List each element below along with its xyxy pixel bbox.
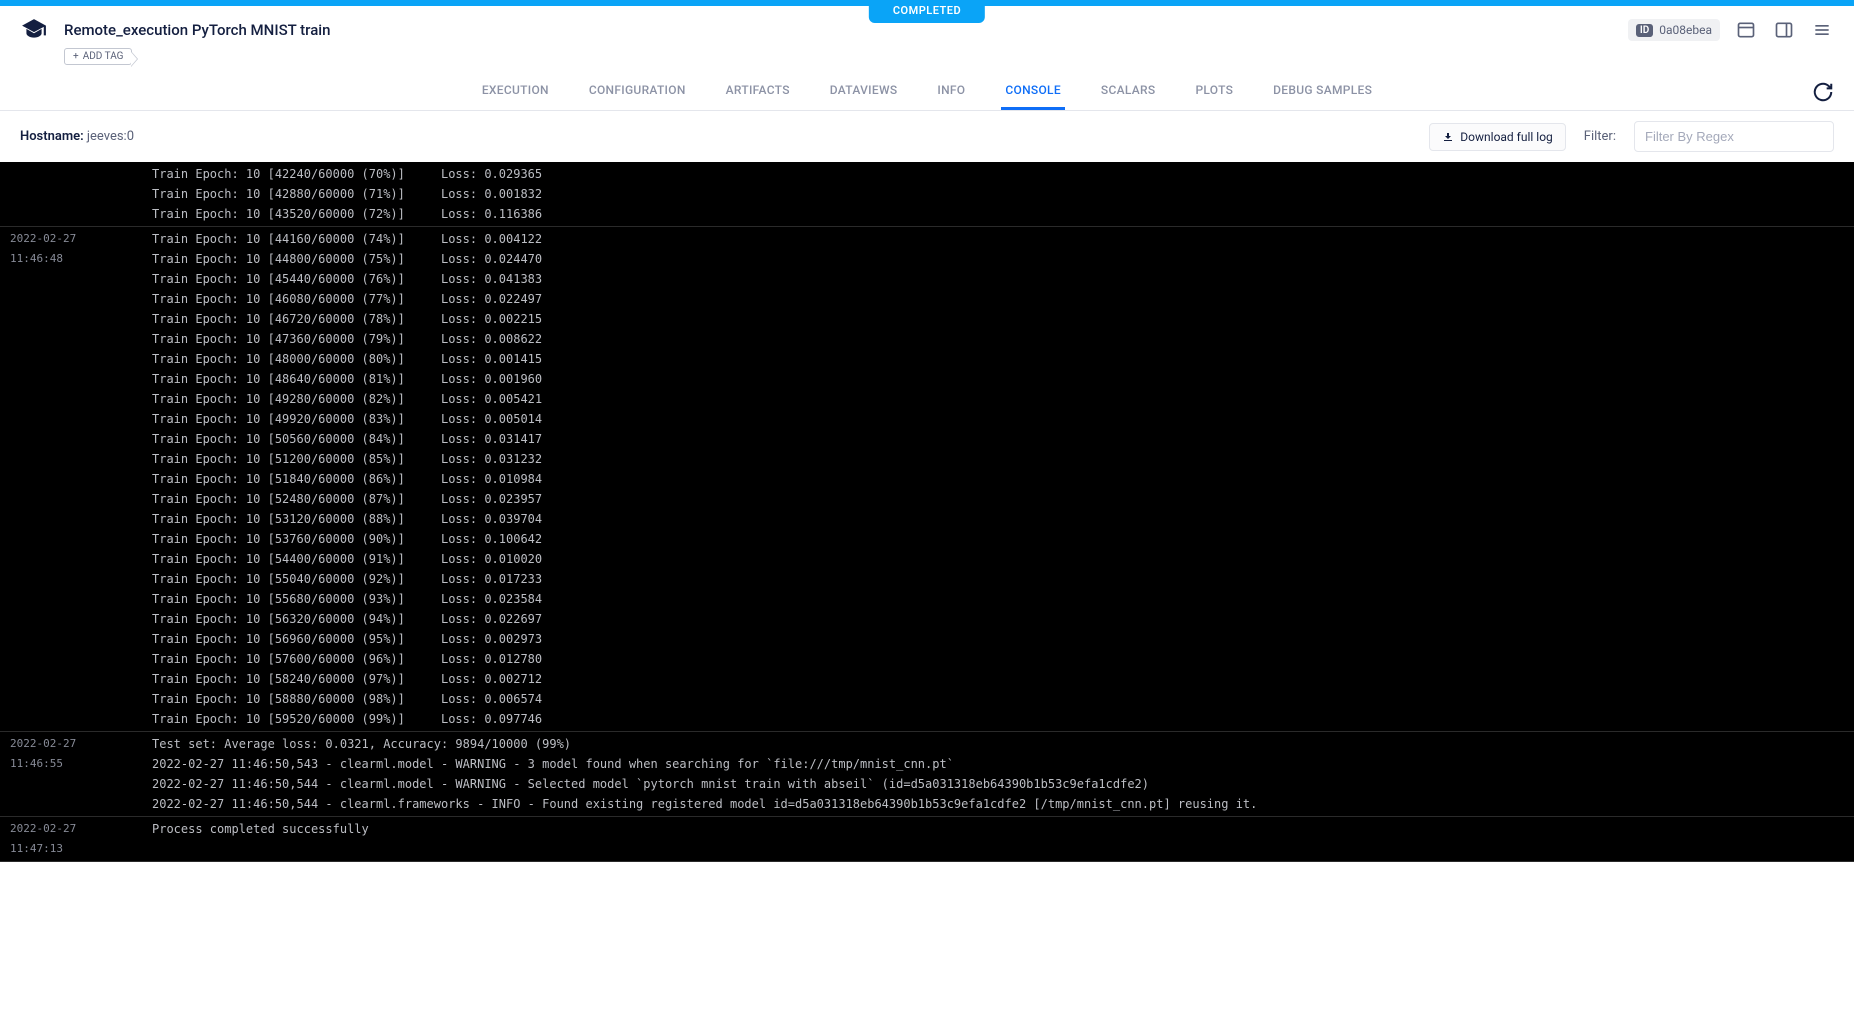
log-timestamp: 2022-02-27 11:46:48 xyxy=(0,227,134,731)
id-value: 0a08ebea xyxy=(1659,23,1712,37)
log-timestamp xyxy=(0,162,134,226)
tag-row: + ADD TAG xyxy=(0,44,1854,73)
hostname-label: Hostname: xyxy=(20,129,84,144)
add-tag-button[interactable]: + ADD TAG xyxy=(64,48,132,65)
tab-debug-samples[interactable]: DEBUG SAMPLES xyxy=(1269,73,1376,110)
log-block: 2022-02-27 11:47:13Process completed suc… xyxy=(0,817,1854,862)
tab-console[interactable]: CONSOLE xyxy=(1001,73,1065,110)
id-badge-label: ID xyxy=(1636,24,1653,37)
plus-icon: + xyxy=(73,51,79,62)
header: Remote_execution PyTorch MNIST train ID … xyxy=(0,6,1854,44)
console-output[interactable]: Train Epoch: 10 [42240/60000 (70%)] Loss… xyxy=(0,162,1854,862)
log-lines: Train Epoch: 10 [44160/60000 (74%)] Loss… xyxy=(134,227,1854,731)
log-block: Train Epoch: 10 [42240/60000 (70%)] Loss… xyxy=(0,162,1854,227)
log-block: 2022-02-27 11:46:55Test set: Average los… xyxy=(0,732,1854,817)
log-lines: Train Epoch: 10 [42240/60000 (70%)] Loss… xyxy=(134,162,1854,226)
tabs-bar: EXECUTION CONFIGURATION ARTIFACTS DATAVIEWS… xyxy=(0,73,1854,111)
experiment-id-chip[interactable]: ID 0a08ebea xyxy=(1628,19,1720,41)
hostname-value: jeeves:0 xyxy=(87,129,134,144)
refresh-icon[interactable] xyxy=(1812,81,1834,103)
panel-left-icon[interactable] xyxy=(1734,18,1758,42)
tab-configuration[interactable]: CONFIGURATION xyxy=(585,73,690,110)
log-timestamp: 2022-02-27 11:46:55 xyxy=(0,732,134,816)
download-label: Download full log xyxy=(1460,130,1553,144)
log-lines: Test set: Average loss: 0.0321, Accuracy… xyxy=(134,732,1854,816)
add-tag-label: ADD TAG xyxy=(83,51,124,62)
tab-info[interactable]: INFO xyxy=(933,73,969,110)
tab-scalars[interactable]: SCALARS xyxy=(1097,73,1160,110)
download-icon xyxy=(1442,131,1454,143)
page-title: Remote_execution PyTorch MNIST train xyxy=(64,21,330,39)
experiment-icon xyxy=(20,16,48,44)
filter-label: Filter: xyxy=(1584,129,1616,144)
tab-plots[interactable]: PLOTS xyxy=(1191,73,1237,110)
filter-input[interactable] xyxy=(1634,121,1834,152)
console-toolbar: Hostname: jeeves:0 Download full log Fil… xyxy=(0,111,1854,162)
tab-dataviews[interactable]: DATAVIEWS xyxy=(826,73,902,110)
tab-execution[interactable]: EXECUTION xyxy=(478,73,553,110)
log-timestamp: 2022-02-27 11:47:13 xyxy=(0,817,134,861)
panel-right-icon[interactable] xyxy=(1772,18,1796,42)
download-log-button[interactable]: Download full log xyxy=(1429,123,1566,151)
log-block: 2022-02-27 11:46:48Train Epoch: 10 [4416… xyxy=(0,227,1854,732)
log-lines: Process completed successfully xyxy=(134,817,1854,861)
menu-icon[interactable] xyxy=(1810,18,1834,42)
tab-artifacts[interactable]: ARTIFACTS xyxy=(722,73,794,110)
